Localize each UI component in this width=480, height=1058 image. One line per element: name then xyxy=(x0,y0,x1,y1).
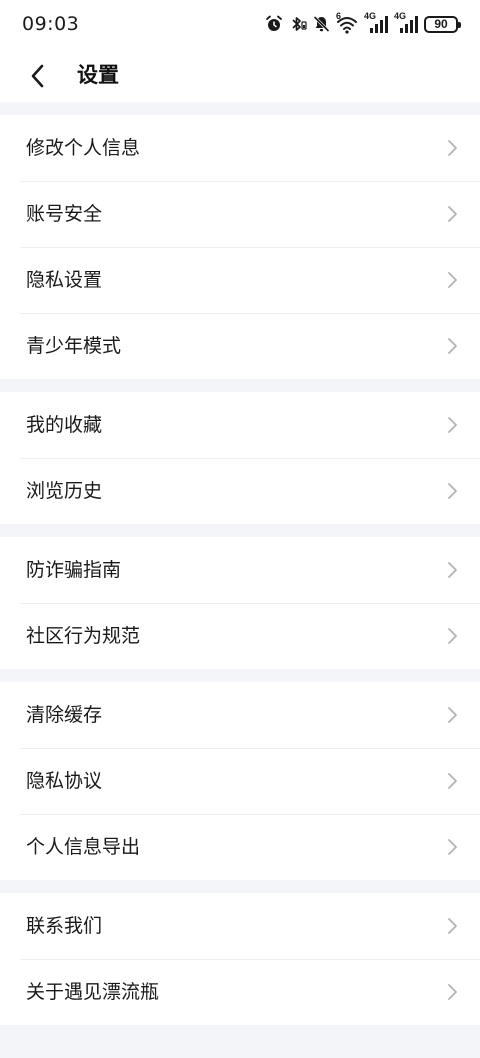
chevron-right-icon xyxy=(448,773,457,789)
settings-item-label: 我的收藏 xyxy=(26,414,103,436)
settings-item-edit-profile[interactable]: 修改个人信息 xyxy=(0,115,480,181)
signal-icon xyxy=(400,16,418,33)
settings-item-about-app[interactable]: 关于遇见漂流瓶 xyxy=(0,959,480,1025)
settings-item-anti-fraud-guide[interactable]: 防诈骗指南 xyxy=(0,537,480,603)
settings-item-privacy-policy[interactable]: 隐私协议 xyxy=(0,748,480,814)
status-time: 09:03 xyxy=(22,13,80,35)
wifi-icon xyxy=(337,17,357,34)
settings-item-favorites[interactable]: 我的收藏 xyxy=(0,392,480,458)
chevron-right-icon xyxy=(448,483,457,499)
status-bar: 09:03 6 4G 4G 90 xyxy=(0,0,480,50)
chevron-right-icon xyxy=(448,140,457,156)
settings-item-label: 联系我们 xyxy=(26,915,103,937)
battery-level: 90 xyxy=(434,17,448,31)
chevron-right-icon xyxy=(448,417,457,433)
settings-item-clear-cache[interactable]: 清除缓存 xyxy=(0,682,480,748)
page-title: 设置 xyxy=(77,63,119,87)
chevron-right-icon xyxy=(448,707,457,723)
settings-group-guidelines: 防诈骗指南 社区行为规范 xyxy=(0,537,480,669)
back-button[interactable] xyxy=(18,56,58,96)
settings-item-label: 个人信息导出 xyxy=(26,836,141,858)
settings-item-label: 防诈骗指南 xyxy=(26,559,122,581)
settings-item-contact-us[interactable]: 联系我们 xyxy=(0,893,480,959)
settings-group-content: 我的收藏 浏览历史 xyxy=(0,392,480,524)
settings-item-label: 青少年模式 xyxy=(26,335,122,357)
status-icons: 6 4G 4G 90 xyxy=(265,11,461,35)
chevron-right-icon xyxy=(448,984,457,1000)
settings-item-export-personal-info[interactable]: 个人信息导出 xyxy=(0,814,480,880)
alarm-icon xyxy=(266,15,282,31)
chevron-right-icon xyxy=(448,628,457,644)
header: 设置 xyxy=(0,50,480,102)
wifi-indicator: 6 xyxy=(336,11,358,34)
settings-item-label: 账号安全 xyxy=(26,203,103,225)
settings-item-history[interactable]: 浏览历史 xyxy=(0,458,480,524)
chevron-left-icon xyxy=(31,64,44,88)
settings-item-label: 关于遇见漂流瓶 xyxy=(26,981,160,1003)
settings-item-label: 社区行为规范 xyxy=(26,625,141,647)
chevron-right-icon xyxy=(448,206,457,222)
settings-item-label: 隐私协议 xyxy=(26,770,103,792)
chevron-right-icon xyxy=(448,338,457,354)
chevron-right-icon xyxy=(448,272,457,288)
mute-icon xyxy=(313,15,330,33)
chevron-right-icon xyxy=(448,562,457,578)
settings-item-label: 清除缓存 xyxy=(26,704,103,726)
chevron-right-icon xyxy=(448,918,457,934)
settings-item-account-security[interactable]: 账号安全 xyxy=(0,181,480,247)
settings-group-about: 联系我们 关于遇见漂流瓶 xyxy=(0,893,480,1025)
settings-item-privacy-settings[interactable]: 隐私设置 xyxy=(0,247,480,313)
signal-2: 4G xyxy=(394,11,418,34)
settings-item-label: 隐私设置 xyxy=(26,269,103,291)
settings-item-community-rules[interactable]: 社区行为规范 xyxy=(0,603,480,669)
settings-group-account: 修改个人信息 账号安全 隐私设置 青少年模式 xyxy=(0,115,480,379)
battery-icon: 90 xyxy=(424,15,461,33)
settings-item-label: 修改个人信息 xyxy=(26,137,141,159)
settings-item-label: 浏览历史 xyxy=(26,480,103,502)
settings-group-data: 清除缓存 隐私协议 个人信息导出 xyxy=(0,682,480,880)
signal-1: 4G xyxy=(364,11,388,34)
chevron-right-icon xyxy=(448,839,457,855)
signal-icon xyxy=(370,16,388,33)
bluetooth-icon xyxy=(292,17,307,31)
settings-item-teen-mode[interactable]: 青少年模式 xyxy=(0,313,480,379)
